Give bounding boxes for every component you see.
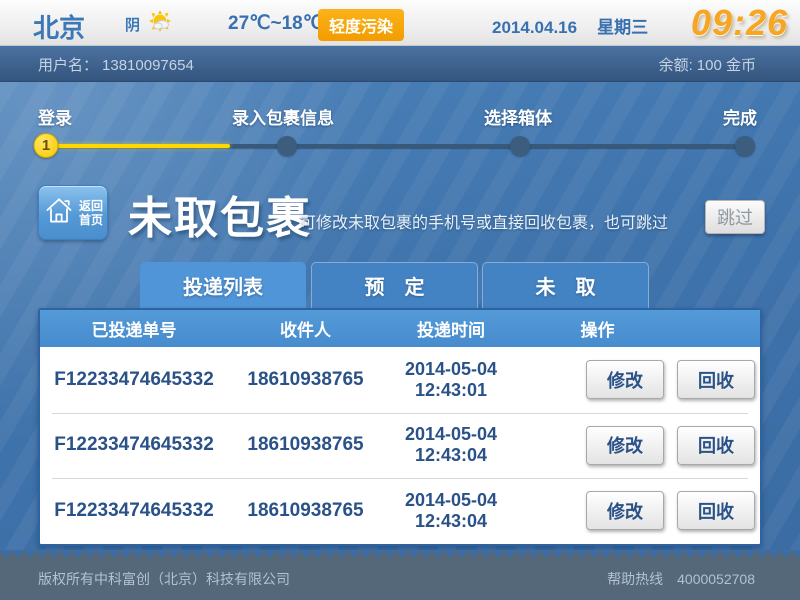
back-home-button[interactable]: 返回 首页 (38, 185, 108, 240)
temperature-range: 27℃~18℃ (228, 12, 324, 35)
row-actions: 修改 回收 (519, 360, 760, 399)
modify-button[interactable]: 修改 (586, 426, 664, 465)
table-row: F12233474645332 18610938765 2014-05-04 1… (40, 413, 760, 479)
skip-button[interactable]: 跳过 (705, 200, 765, 234)
hotline-number: 4000052708 (677, 571, 755, 587)
footer-content: 版权所有中科富创（北京）科技有限公司 帮助热线 4000052708 (0, 558, 800, 600)
progress-track-completed (46, 144, 230, 148)
delivery-time: 2014-05-04 12:43:01 (383, 359, 519, 401)
step-label-login: 登录 (38, 104, 72, 129)
page-subtitle: 可修改未取包裹的手机号或直接回收包裹，也可跳过 (300, 209, 668, 233)
tab-unclaimed[interactable]: 未 取 (482, 262, 649, 308)
clock: 09:26 (691, 2, 788, 44)
recipient-phone: 18610938765 (228, 500, 383, 522)
col-header-recipient: 收件人 (228, 316, 383, 341)
row-actions: 修改 回收 (519, 491, 760, 530)
row-actions: 修改 回收 (519, 426, 760, 465)
col-header-actions: 操作 (519, 316, 760, 341)
copyright-text: 版权所有中科富创（北京）科技有限公司 (38, 569, 290, 589)
table-row: F12233474645332 18610938765 2014-05-04 1… (40, 478, 760, 544)
step-dot-4 (735, 136, 755, 156)
balance-group: 余额:100 金币 (659, 54, 760, 75)
recycle-button[interactable]: 回收 (677, 491, 755, 530)
modify-button[interactable]: 修改 (586, 360, 664, 399)
weather-condition: 阴 (125, 14, 140, 35)
hotline-label: 帮助热线 (607, 571, 663, 587)
date-label: 2014.04.16 (492, 18, 577, 37)
recipient-phone: 18610938765 (228, 434, 383, 456)
balance-label: 余额: (659, 57, 693, 74)
tracking-number: F12233474645332 (40, 434, 228, 456)
footer: 版权所有中科富创（北京）科技有限公司 帮助热线 4000052708 (0, 550, 800, 600)
table-header-row: 已投递单号 收件人 投递时间 操作 (40, 310, 760, 347)
recipient-phone: 18610938765 (228, 369, 383, 391)
delivery-time: 2014-05-04 12:43:04 (383, 490, 519, 532)
tab-reserved[interactable]: 预 定 (311, 262, 478, 308)
step-label-select-box: 选择箱体 (484, 104, 552, 129)
col-header-time: 投递时间 (383, 316, 519, 341)
step-label-enter-package: 录入包裹信息 (232, 104, 334, 129)
col-header-tracking: 已投递单号 (40, 316, 228, 341)
step-label-finish: 完成 (723, 104, 757, 129)
recycle-button[interactable]: 回收 (677, 426, 755, 465)
zigzag-edge (0, 550, 800, 558)
top-status-bar: 北京 阴 27℃~18℃ 轻度污染 2014.04.16 星期三 09:26 (0, 0, 800, 46)
step-dot-1-active: 1 (34, 133, 59, 158)
step-dot-3 (510, 136, 530, 156)
page-title: 未取包裹 (128, 182, 312, 246)
tab-delivery-list[interactable]: 投递列表 (140, 262, 306, 308)
city-label: 北京 (33, 8, 85, 45)
delivery-time: 2014-05-04 12:43:04 (383, 424, 519, 466)
user-info-bar: 用户名：13810097654 余额:100 金币 (0, 47, 800, 82)
back-home-label: 返回 首页 (79, 199, 103, 227)
hotline-group: 帮助热线 4000052708 (593, 569, 755, 589)
main-content: 登录 录入包裹信息 选择箱体 完成 1 返回 首页 未取包裹 可修改未取包裹的 (0, 82, 800, 600)
balance-value: 100 金币 (697, 57, 756, 74)
air-quality-badge: 轻度污染 (318, 9, 404, 41)
weekday-label: 星期三 (597, 18, 648, 37)
modify-button[interactable]: 修改 (586, 491, 664, 530)
tracking-number: F12233474645332 (40, 500, 228, 522)
username-group: 用户名：13810097654 (38, 54, 198, 75)
recycle-button[interactable]: 回收 (677, 360, 755, 399)
username-value: 13810097654 (102, 57, 194, 74)
package-table: 已投递单号 收件人 投递时间 操作 F12233474645332 186109… (38, 308, 762, 546)
kiosk-screen: 北京 阴 27℃~18℃ 轻度污染 2014.04.16 星期三 09:26 用户… (0, 0, 800, 600)
tracking-number: F12233474645332 (40, 369, 228, 391)
sun-cloud-icon (147, 9, 174, 41)
step-dot-2 (277, 136, 297, 156)
table-row: F12233474645332 18610938765 2014-05-04 1… (40, 347, 760, 413)
home-icon (43, 194, 75, 231)
date-group: 2014.04.16 星期三 (492, 13, 668, 38)
username-label: 用户名： (38, 57, 98, 74)
